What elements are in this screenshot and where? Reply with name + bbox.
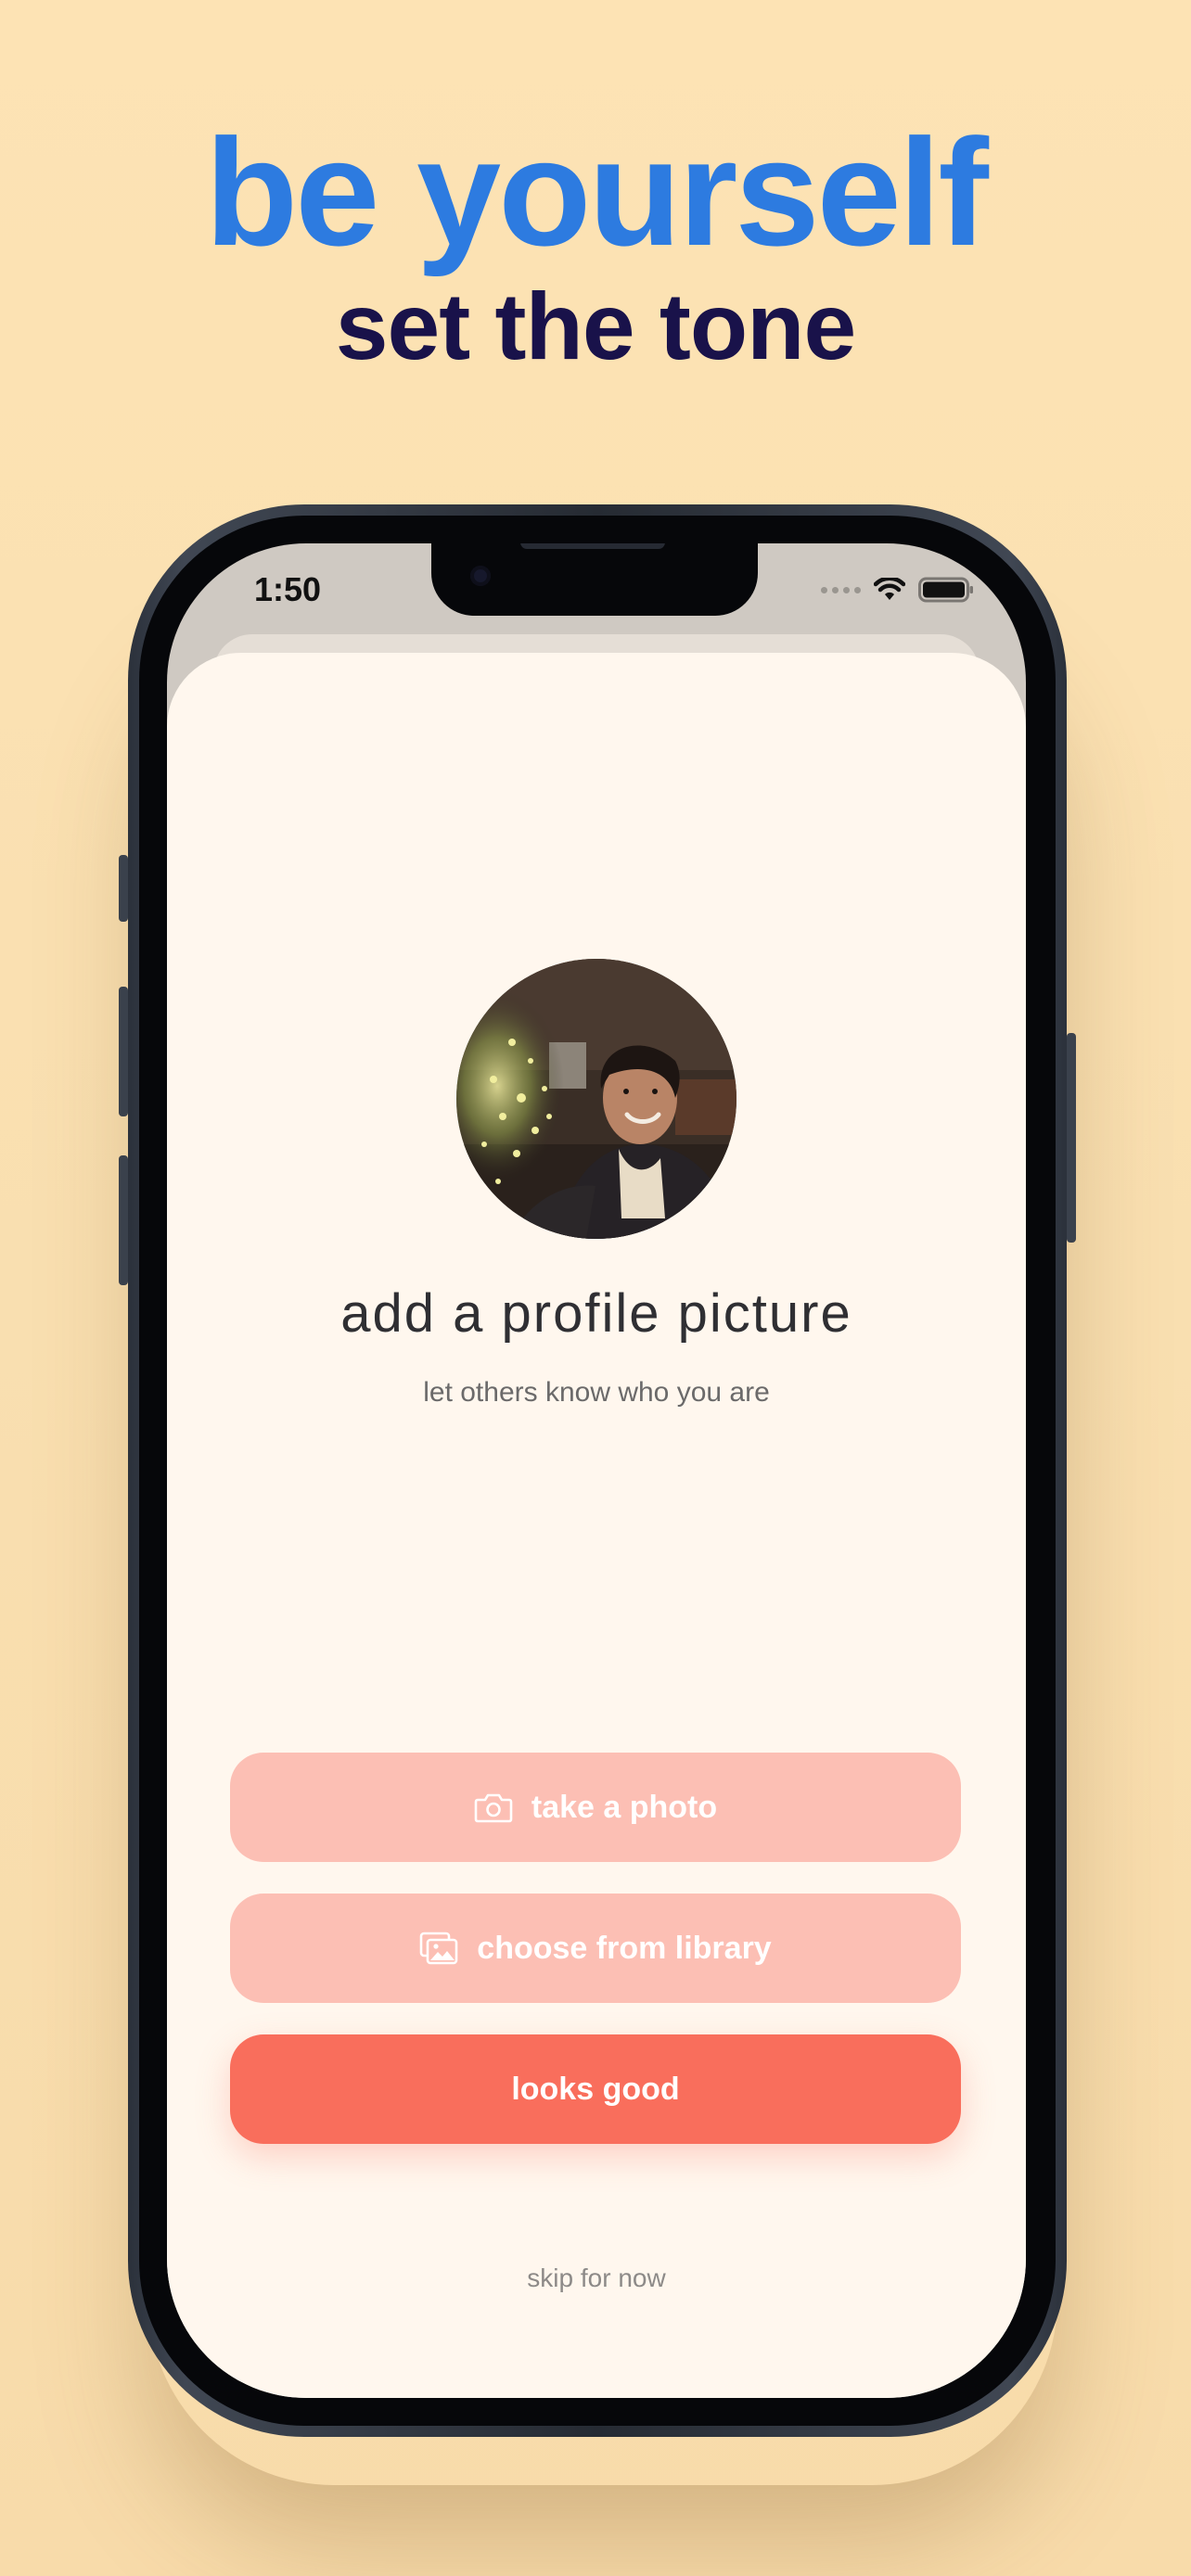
profile-picture-sheet: add a profile picture let others know wh… bbox=[167, 653, 1026, 2398]
skip-for-now-link[interactable]: skip for now bbox=[167, 2263, 1026, 2294]
front-camera bbox=[470, 566, 491, 586]
phone-frame: 1:50 add a profile picture let others kn… bbox=[119, 504, 1076, 2437]
promo-headline: be yourself bbox=[205, 108, 989, 277]
notch bbox=[431, 543, 758, 616]
earpiece-speaker bbox=[520, 543, 665, 549]
profile-avatar[interactable] bbox=[456, 959, 736, 1239]
screen-subtitle: let others know who you are bbox=[423, 1377, 770, 1408]
status-time: 1:50 bbox=[254, 570, 322, 608]
camera-icon bbox=[474, 1793, 513, 1823]
choose-from-library-label: choose from library bbox=[477, 1930, 772, 1966]
choose-from-library-button[interactable]: choose from library bbox=[230, 1894, 961, 2003]
photo-library-icon bbox=[419, 1932, 458, 1965]
signal-dots-icon bbox=[821, 586, 861, 593]
looks-good-button[interactable]: looks good bbox=[230, 2034, 961, 2144]
status-icons bbox=[821, 577, 974, 603]
screen-title: add a profile picture bbox=[340, 1283, 852, 1344]
wifi-icon bbox=[874, 578, 905, 600]
promo-subheadline: set the tone bbox=[335, 274, 856, 379]
phone-screen: 1:50 add a profile picture let others kn… bbox=[167, 543, 1026, 2398]
promo-canvas: be yourself set the tone 1:50 add a prof… bbox=[0, 0, 1191, 2576]
volume-up-button bbox=[119, 987, 128, 1116]
power-button bbox=[1067, 1033, 1076, 1243]
profile-photo-image bbox=[456, 959, 736, 1239]
take-photo-button[interactable]: take a photo bbox=[230, 1753, 961, 1862]
volume-down-button bbox=[119, 1155, 128, 1285]
mute-switch bbox=[119, 855, 128, 922]
take-photo-label: take a photo bbox=[531, 1789, 718, 1825]
battery-icon bbox=[918, 577, 973, 603]
looks-good-label: looks good bbox=[511, 2071, 680, 2107]
